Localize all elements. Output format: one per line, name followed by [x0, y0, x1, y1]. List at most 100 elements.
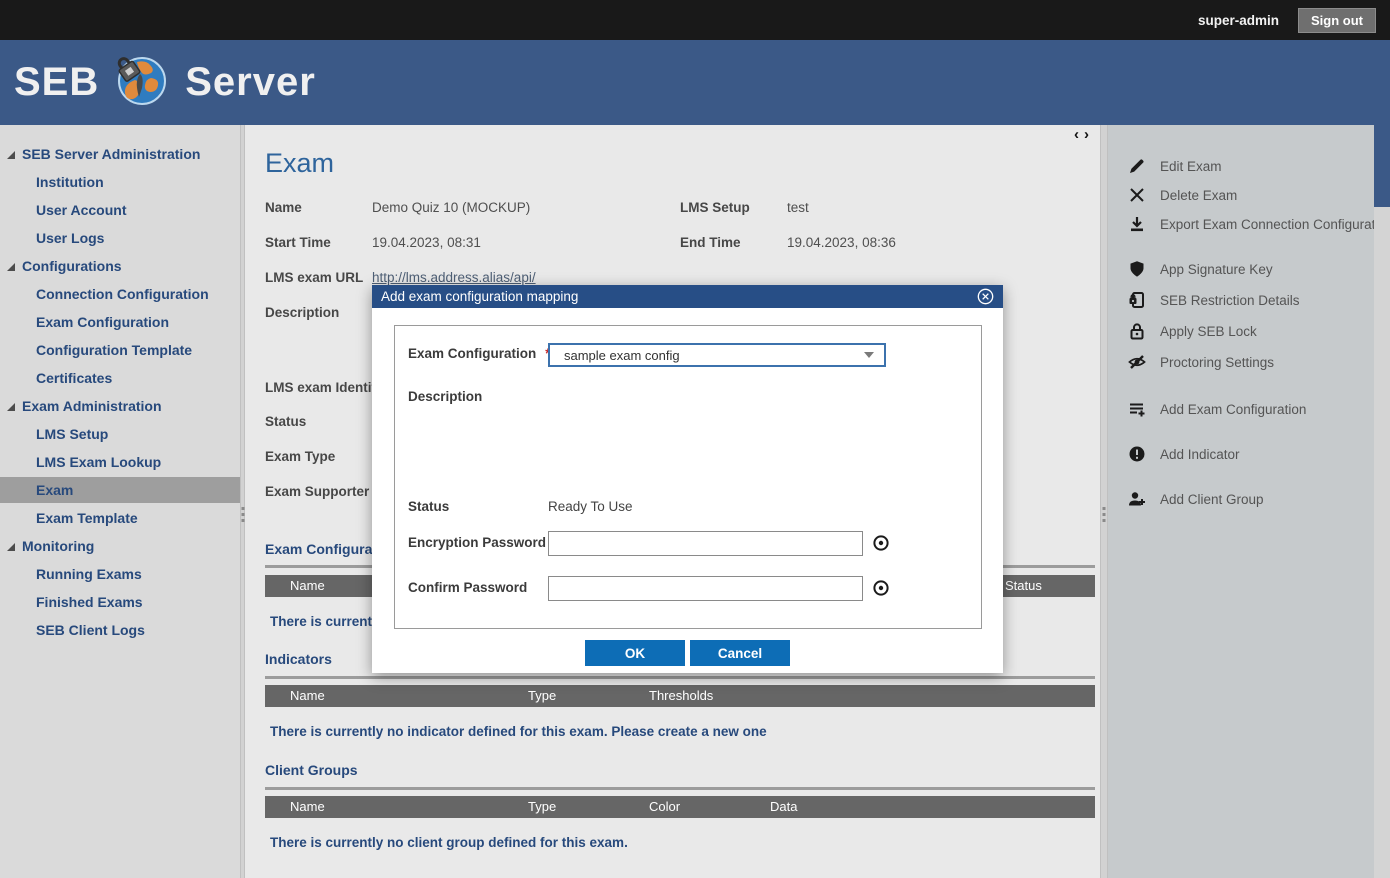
column-header-name[interactable]: Name	[290, 688, 325, 703]
background-strip	[1374, 125, 1390, 207]
lms-setup-label: LMS Setup	[680, 200, 750, 215]
sidebar-item-finished-exams[interactable]: Finished Exams	[0, 589, 240, 615]
app-header: SEB Server	[0, 40, 1390, 125]
exam-configuration-select[interactable]: sample exam config	[548, 343, 886, 367]
tree-expand-icon	[7, 403, 15, 411]
add-client-group-action[interactable]: Add Client Group	[1108, 487, 1374, 511]
topbar: super-admin Sign out	[0, 0, 1390, 40]
sidebar-item-seb-client-logs[interactable]: SEB Client Logs	[0, 617, 240, 643]
sidebar-item-institution[interactable]: Institution	[0, 169, 240, 195]
lms-exam-url-label: LMS exam URL	[265, 270, 363, 285]
column-header-name[interactable]: Name	[290, 799, 325, 814]
column-header-type[interactable]: Type	[528, 799, 556, 814]
sidebar-item-exam-configuration[interactable]: Exam Configuration	[0, 309, 240, 335]
pencil-icon	[1128, 157, 1146, 175]
seb-globe-logo-icon	[115, 54, 167, 111]
tree-expand-icon	[7, 151, 15, 159]
dialog-title: Add exam configuration mapping	[381, 289, 977, 304]
end-time-label: End Time	[680, 235, 741, 250]
column-header-status[interactable]: Status	[1005, 578, 1042, 593]
sidebar-item-user-account[interactable]: User Account	[0, 197, 240, 223]
brand-seb-text: SEB	[14, 60, 99, 105]
page-title: Exam	[265, 148, 334, 179]
shield-icon	[1128, 260, 1146, 278]
client-groups-empty-message: There is currently no client group defin…	[270, 835, 628, 850]
brand-server-text: Server	[185, 60, 316, 105]
exam-type-label: Exam Type	[265, 449, 335, 464]
dialog-status-value: Ready To Use	[548, 499, 633, 514]
sash-grip-icon	[1103, 507, 1106, 522]
actions-resize-handle[interactable]	[1100, 125, 1108, 878]
section-divider	[265, 676, 1095, 679]
sidebar-item-user-logs[interactable]: User Logs	[0, 225, 240, 251]
person-add-icon	[1128, 490, 1146, 508]
show-password-icon[interactable]	[872, 534, 890, 552]
name-value: Demo Quiz 10 (MOCKUP)	[372, 200, 530, 215]
proctoring-settings-action[interactable]: Proctoring Settings	[1108, 350, 1374, 374]
sign-out-button[interactable]: Sign out	[1298, 8, 1376, 33]
lock-icon	[1128, 322, 1146, 340]
restriction-icon	[1128, 291, 1146, 309]
delete-exam-action[interactable]: Delete Exam	[1108, 183, 1374, 207]
sidebar-item-certificates[interactable]: Certificates	[0, 365, 240, 391]
column-header-data[interactable]: Data	[770, 799, 797, 814]
sidebar-item-configuration-template[interactable]: Configuration Template	[0, 337, 240, 363]
add-exam-configuration-mapping-dialog: Add exam configuration mapping Exam Conf…	[372, 285, 1003, 673]
sidebar-item-exam-template[interactable]: Exam Template	[0, 505, 240, 531]
sidebar-item-lms-setup[interactable]: LMS Setup	[0, 421, 240, 447]
app-signature-key-action[interactable]: App Signature Key	[1108, 257, 1374, 281]
apply-seb-lock-action[interactable]: Apply SEB Lock	[1108, 319, 1374, 343]
column-header-thresholds[interactable]: Thresholds	[649, 688, 713, 703]
action-pane: Edit Exam Delete Exam Export Exam Connec…	[1108, 125, 1374, 878]
add-exam-configuration-action[interactable]: Add Exam Configuration	[1108, 397, 1374, 421]
ok-button[interactable]: OK	[585, 640, 685, 666]
column-header-name[interactable]: Name	[290, 578, 325, 593]
indicators-section-title: Indicators	[265, 651, 332, 667]
exam-supporter-label: Exam Supporter	[265, 484, 369, 499]
panel-collapse-arrows[interactable]: ‹›	[1074, 126, 1094, 143]
sidebar-item-monitoring[interactable]: Monitoring	[0, 533, 240, 559]
sidebar-item-connection-configuration[interactable]: Connection Configuration	[0, 281, 240, 307]
x-icon	[1128, 186, 1146, 204]
start-time-label: Start Time	[265, 235, 331, 250]
confirm-password-input[interactable]	[548, 576, 863, 601]
start-time-value: 19.04.2023, 08:31	[372, 235, 481, 250]
end-time-value: 19.04.2023, 08:36	[787, 235, 896, 250]
exam-configuration-selected-value: sample exam config	[564, 348, 864, 363]
sidebar-item-exam-administration[interactable]: Exam Administration	[0, 393, 240, 419]
seb-restriction-details-action[interactable]: SEB Restriction Details	[1108, 288, 1374, 312]
sidebar-item-lms-exam-lookup[interactable]: LMS Exam Lookup	[0, 449, 240, 475]
description-label: Description	[265, 305, 339, 320]
sidebar-item-seb-server-administration[interactable]: SEB Server Administration	[0, 141, 240, 167]
dialog-status-label: Status	[408, 499, 449, 514]
alert-icon	[1128, 445, 1146, 463]
sidebar-item-configurations[interactable]: Configurations	[0, 253, 240, 279]
lms-setup-value: test	[787, 200, 809, 215]
show-password-icon[interactable]	[872, 579, 890, 597]
tree-expand-icon	[7, 263, 15, 271]
export-exam-connection-configuration-action[interactable]: Export Exam Connection Configuration	[1108, 212, 1374, 236]
add-indicator-action[interactable]: Add Indicator	[1108, 442, 1374, 466]
seb-server-app: super-admin Sign out SEB Server SEB Serv…	[0, 0, 1390, 878]
sash-grip-icon	[241, 507, 244, 522]
sidebar-item-running-exams[interactable]: Running Exams	[0, 561, 240, 587]
column-header-type[interactable]: Type	[528, 688, 556, 703]
sidebar-item-exam[interactable]: Exam	[0, 477, 240, 503]
download-icon	[1128, 215, 1146, 233]
current-user-label: super-admin	[1198, 13, 1279, 28]
dialog-form-panel: Exam Configuration* sample exam config D…	[394, 325, 982, 629]
cancel-button[interactable]: Cancel	[690, 640, 790, 666]
lms-exam-url-link[interactable]: http://lms.address.alias/api/	[372, 270, 536, 285]
indicators-table-header: Name Type Thresholds	[265, 685, 1095, 707]
sidebar: SEB Server Administration Institution Us…	[0, 125, 240, 878]
status-label: Status	[265, 414, 306, 429]
edit-exam-action[interactable]: Edit Exam	[1108, 154, 1374, 178]
indicators-empty-message: There is currently no indicator defined …	[270, 724, 767, 739]
close-icon[interactable]	[977, 288, 994, 305]
dialog-titlebar: Add exam configuration mapping	[372, 285, 1003, 308]
chevron-down-icon	[864, 352, 874, 358]
eye-off-icon	[1128, 353, 1146, 371]
background-strip	[1374, 207, 1390, 878]
encryption-password-input[interactable]	[548, 531, 863, 556]
column-header-color[interactable]: Color	[649, 799, 680, 814]
